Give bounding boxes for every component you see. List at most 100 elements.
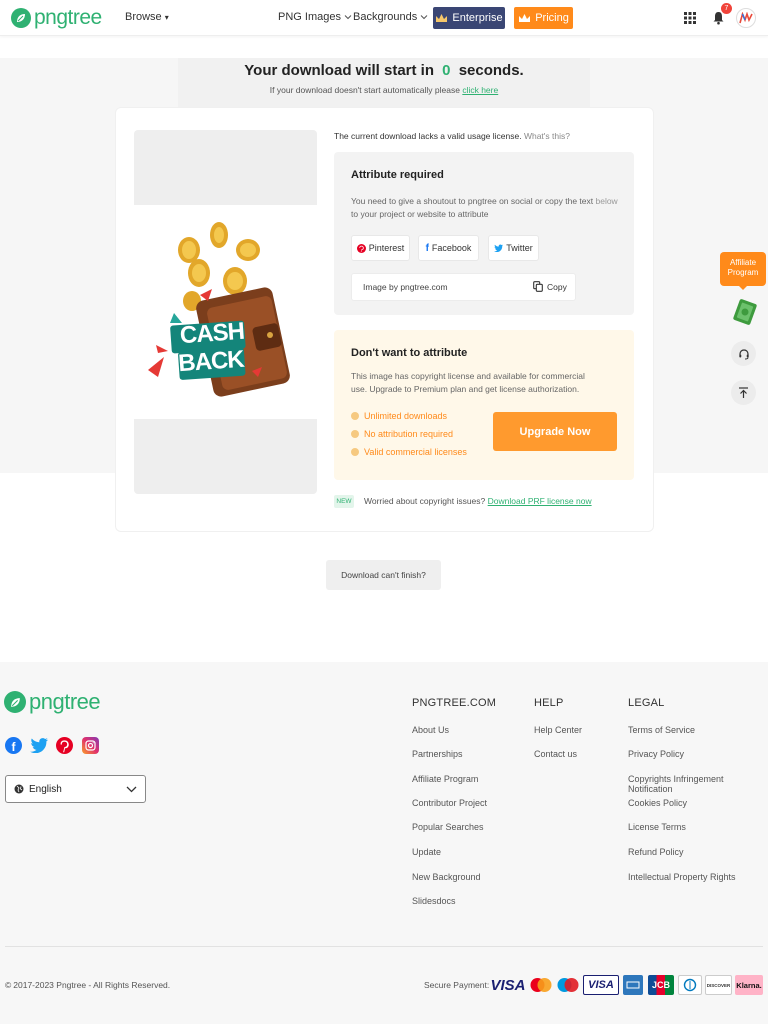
download-title: Your download will start in 0 seconds. (0, 62, 768, 79)
facebook-share-button[interactable]: f Facebook (418, 235, 479, 261)
title-suffix: seconds. (458, 62, 524, 79)
nav-backgrounds-label: Backgrounds (353, 11, 418, 23)
license-notice: The current download lacks a valid usage… (334, 131, 570, 141)
nav-png-label: PNG Images (278, 11, 341, 23)
apps-grid-icon[interactable] (680, 8, 700, 28)
jcb-logo: JCB (648, 975, 674, 995)
pngtree-logo[interactable]: pngtree (11, 6, 102, 30)
copy-icon (533, 281, 543, 292)
footer-link-affiliate[interactable]: Affiliate Program (412, 774, 478, 784)
nav-png-images[interactable]: PNG Images (278, 11, 352, 23)
chevron-down-icon (420, 15, 428, 20)
footer-link-help-center[interactable]: Help Center (534, 725, 582, 735)
premium-description: This image has copyright license and ava… (351, 371, 585, 394)
mastercard-icon (529, 975, 553, 995)
copyright-symbol-icon: © (5, 980, 12, 990)
attribute-title: Attribute required (351, 169, 444, 181)
whats-this-link[interactable]: What's this? (524, 131, 570, 141)
discover-logo: DISCOVER (705, 975, 732, 995)
countdown-number: 0 (442, 62, 451, 79)
click-here-link[interactable]: click here (462, 85, 498, 95)
footer-logo-text: pngtree (29, 689, 101, 714)
facebook-icon: f (425, 242, 429, 254)
prf-license-link[interactable]: Download PRF license now (488, 496, 592, 506)
affiliate-program-tab[interactable]: Affiliate Program (720, 252, 766, 286)
facebook-label: Facebook (431, 243, 472, 253)
attribute-desc-main: You need to give a shoutout to pngtree o… (351, 196, 594, 206)
download-cant-finish-button[interactable]: Download can't finish? (326, 560, 441, 590)
pinterest-share-button[interactable]: Pinterest (351, 235, 410, 261)
footer-link-slidesdocs[interactable]: Slidesdocs (412, 896, 456, 906)
amex-icon (623, 975, 643, 995)
secure-payment-label: Secure Payment: (424, 980, 490, 990)
twitter-icon[interactable] (30, 737, 48, 754)
visa-electron-logo: VISA (583, 975, 619, 995)
image-preview (134, 205, 317, 419)
money-icon[interactable] (731, 296, 759, 326)
attribute-description: You need to give a shoutout to pngtree o… (351, 195, 621, 221)
footer-link-terms[interactable]: Terms of Service (628, 725, 695, 735)
headset-support-icon[interactable] (731, 341, 756, 366)
auto-download-note: If your download doesn't start automatic… (0, 85, 768, 95)
pricing-label: Pricing (535, 12, 569, 24)
pinterest-label: Pinterest (368, 243, 405, 253)
maestro-icon (556, 975, 580, 995)
upgrade-now-button[interactable]: Upgrade Now (493, 412, 617, 451)
klarna-logo: Klarna. (735, 975, 763, 995)
copy-label: Copy (547, 281, 567, 292)
feature-label: No attribution required (364, 429, 454, 439)
browse-menu[interactable]: Browse ▾ (125, 11, 169, 23)
twitter-share-button[interactable]: Twitter (488, 235, 539, 261)
footer-link-cookies[interactable]: Cookies Policy (628, 798, 687, 808)
copyright-note-text: Worried about copyright issues? (364, 496, 486, 506)
logo-text: pngtree (34, 6, 102, 29)
avatar[interactable] (736, 8, 756, 28)
affiliate-tab-pointer (738, 285, 748, 290)
instagram-icon[interactable] (82, 737, 99, 754)
check-dot-icon (351, 430, 359, 438)
footer (0, 662, 768, 1024)
feature-label: Unlimited downloads (364, 411, 448, 421)
pinterest-icon[interactable] (56, 737, 73, 754)
auto-download-text: If your download doesn't start automatic… (269, 85, 460, 95)
footer-link-new-background[interactable]: New Background (412, 872, 481, 882)
notification-badge: 7 (721, 3, 732, 14)
attribute-desc-end: to your project or website to attribute (351, 209, 489, 219)
footer-link-contact[interactable]: Contact us (534, 749, 577, 759)
visa-logo: VISA (490, 976, 526, 994)
footer-link-update[interactable]: Update (412, 847, 441, 857)
footer-link-contributor[interactable]: Contributor Project (412, 798, 487, 808)
enterprise-button[interactable]: Enterprise (433, 7, 505, 29)
cash-text: CASH (179, 317, 245, 350)
browse-label: Browse (125, 11, 162, 23)
back-to-top-icon[interactable] (731, 380, 756, 405)
crown-icon (436, 14, 448, 22)
footer-link-partnerships[interactable]: Partnerships (412, 749, 463, 759)
footer-link-privacy[interactable]: Privacy Policy (628, 749, 684, 759)
copy-button[interactable]: Copy (533, 281, 567, 292)
twitter-icon (494, 244, 504, 252)
language-select[interactable]: English (5, 775, 146, 803)
top-header: pngtree Browse ▾ PNG Images Backgrounds … (0, 0, 768, 36)
nav-backgrounds[interactable]: Backgrounds (353, 11, 428, 23)
footer-col-legal-title: LEGAL (628, 697, 665, 709)
license-notice-text: The current download lacks a valid usage… (334, 131, 522, 141)
feature-label: Valid commercial licenses (364, 447, 467, 457)
copyright-text: © 2017-2023 Pngtree - All Rights Reserve… (5, 980, 170, 990)
cashback-wallet-illustration (148, 222, 290, 397)
check-dot-icon (351, 412, 359, 420)
footer-link-popular[interactable]: Popular Searches (412, 822, 484, 832)
pricing-button[interactable]: Pricing (514, 7, 573, 29)
footer-link-ip-rights[interactable]: Intellectual Property Rights (628, 872, 736, 882)
copyright-label: 2017-2023 Pngtree - All Rights Reserved. (13, 980, 171, 990)
chevron-down-icon (126, 786, 137, 792)
upgrade-now-label: Upgrade Now (519, 425, 591, 438)
footer-link-about[interactable]: About Us (412, 725, 449, 735)
footer-link-refund[interactable]: Refund Policy (628, 847, 684, 857)
footer-link-license-terms[interactable]: License Terms (628, 822, 686, 832)
feature-item: Unlimited downloads (351, 411, 447, 421)
facebook-icon[interactable]: f (5, 737, 22, 754)
footer-logo[interactable]: pngtree (4, 689, 101, 715)
diners-club-icon (678, 975, 702, 995)
footer-link-copyright-notification[interactable]: Copyrights Infringement Notification (628, 774, 768, 794)
